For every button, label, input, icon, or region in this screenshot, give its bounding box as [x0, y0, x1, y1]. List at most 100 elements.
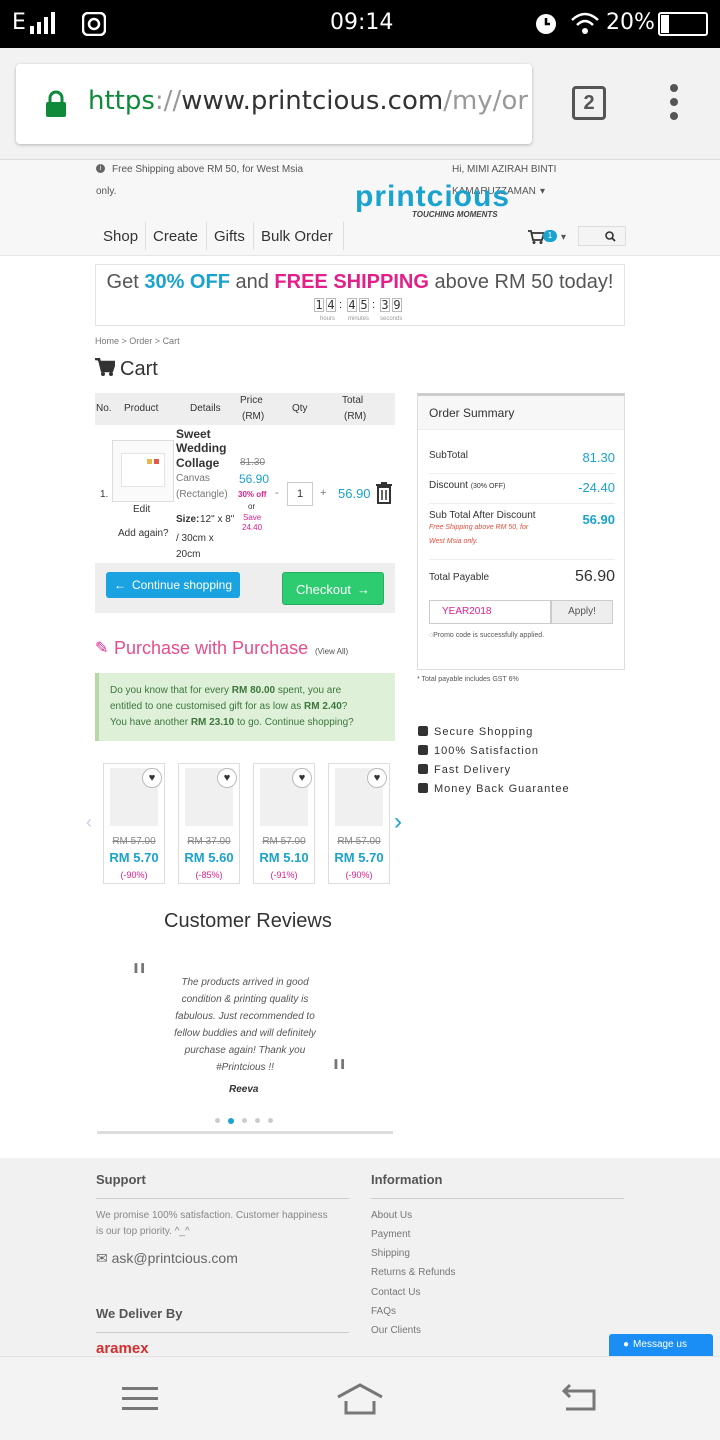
- product-name[interactable]: Wedding: [176, 441, 226, 455]
- col-details: Details: [190, 403, 221, 414]
- support-text: We promise 100% satisfaction. Customer h…: [96, 1210, 328, 1221]
- review-text: The products arrived in good condition & …: [174, 977, 316, 1073]
- nav-gifts[interactable]: Gifts: [214, 228, 245, 245]
- site-logo[interactable]: printcious: [355, 180, 510, 214]
- countdown-label: minutes: [348, 316, 370, 322]
- add-again-link[interactable]: Add again?: [118, 528, 169, 539]
- search-button[interactable]: [578, 226, 626, 246]
- nav-divider: [206, 222, 207, 250]
- address-bar[interactable]: https://www.printcious.com/my/order: [16, 64, 532, 144]
- heart-icon[interactable]: ♥: [292, 768, 312, 788]
- message-us-button[interactable]: ● Message us: [609, 1334, 713, 1356]
- nav-divider: [145, 222, 146, 250]
- review-carousel: " " The products arrived in good conditio…: [97, 958, 393, 1134]
- footer-link-payment[interactable]: Payment: [371, 1229, 410, 1240]
- trash-icon[interactable]: [374, 482, 394, 504]
- apply-promo-button[interactable]: Apply!: [551, 600, 613, 624]
- countdown-colon: :: [339, 299, 343, 311]
- alarm-icon: [536, 14, 556, 34]
- pwp-product-card[interactable]: ♥ RM 57.00 RM 5.70 (-90%): [103, 763, 165, 884]
- menu-icon[interactable]: [122, 1385, 158, 1413]
- battery-percent: 20%: [606, 10, 655, 35]
- countdown-digit: 9: [392, 298, 402, 312]
- order-summary-panel: Order Summary SubTotal 81.30 Discount (3…: [417, 393, 625, 670]
- feature-delivery: Fast Delivery: [418, 764, 511, 776]
- heart-icon[interactable]: ♥: [367, 768, 387, 788]
- info-icon: i: [96, 164, 105, 173]
- footer-link-clients[interactable]: Our Clients: [371, 1325, 421, 1336]
- breadcrumb-order[interactable]: Order: [129, 336, 152, 346]
- cart-dropdown-icon[interactable]: ▾: [561, 232, 566, 243]
- nav-create[interactable]: Create: [153, 228, 198, 245]
- discounted-price: 56.90: [239, 472, 270, 486]
- home-icon[interactable]: [336, 1381, 384, 1415]
- heart-icon[interactable]: ♥: [142, 768, 162, 788]
- pwp-product-card[interactable]: ♥ RM 57.00 RM 5.70 (-90%): [328, 763, 390, 884]
- divider: [96, 1332, 349, 1333]
- shipping-note-cont: only.: [96, 186, 117, 197]
- carrier-label: E: [12, 10, 26, 35]
- carousel-prev-icon[interactable]: ‹: [86, 812, 92, 833]
- size-value: 12" x 8": [200, 514, 235, 525]
- discount-label: 30% off: [238, 490, 267, 499]
- countdown-digit: 4: [347, 298, 357, 312]
- subtotal-row: SubTotal 81.30: [429, 444, 615, 474]
- chevron-down-icon[interactable]: ▾: [540, 186, 545, 197]
- original-price: 81.30: [240, 457, 266, 468]
- thumbs-up-icon: [418, 745, 428, 755]
- line-total: 56.90: [338, 486, 371, 501]
- carousel-dots[interactable]: [215, 1118, 277, 1124]
- tab-switcher-button[interactable]: 2: [572, 86, 606, 120]
- footer-link-faqs[interactable]: FAQs: [371, 1306, 396, 1317]
- signal-icon: [30, 12, 55, 34]
- cart-icon[interactable]: [528, 230, 544, 244]
- qty-decrement[interactable]: -: [275, 487, 279, 499]
- menu-icon[interactable]: [666, 84, 682, 124]
- review-author: Reeva: [229, 1084, 259, 1095]
- pwp-product-card[interactable]: ♥ RM 37.00 RM 5.60 (-85%): [178, 763, 240, 884]
- url-text[interactable]: https://www.printcious.com/my/order: [88, 86, 528, 116]
- info-title: Information: [371, 1172, 443, 1187]
- product-material: (Rectangle): [176, 489, 228, 500]
- footer-link-contact[interactable]: Contact Us: [371, 1287, 420, 1298]
- pwp-title: Purchase with Purchase: [114, 638, 309, 658]
- product-name[interactable]: Sweet: [176, 427, 211, 441]
- footer-link-shipping[interactable]: Shipping: [371, 1248, 410, 1259]
- shipping-note: Free Shipping above RM 50, for West Msia: [112, 164, 304, 175]
- edit-link[interactable]: Edit: [133, 504, 150, 515]
- wifi-icon: [571, 12, 599, 34]
- cart-title-icon: [95, 358, 115, 376]
- pwp-view-all-link[interactable]: (View All): [315, 647, 348, 656]
- quantity-input[interactable]: 1: [287, 482, 313, 506]
- pwp-product-card[interactable]: ♥ RM 57.00 RM 5.10 (-91%): [253, 763, 315, 884]
- bolt-icon: [418, 764, 428, 774]
- search-icon: [605, 231, 616, 242]
- promo-code-input[interactable]: YEAR2018: [429, 600, 551, 624]
- user-greeting[interactable]: Hi, MIMI AZIRAH BINTI: [452, 164, 556, 175]
- feature-guarantee: Money Back Guarantee: [418, 783, 570, 795]
- footer-link-returns[interactable]: Returns & Refunds: [371, 1267, 456, 1278]
- product-name[interactable]: Collage: [176, 456, 219, 470]
- nav-shop[interactable]: Shop: [103, 228, 138, 245]
- footer-link-about[interactable]: About Us: [371, 1210, 412, 1221]
- summary-title: Order Summary: [429, 406, 515, 420]
- clock: 09:14: [330, 10, 394, 35]
- nav-bulk-order[interactable]: Bulk Order: [261, 228, 333, 245]
- product-thumbnail[interactable]: [112, 440, 174, 502]
- camera-icon: [418, 783, 428, 793]
- breadcrumb-home[interactable]: Home: [95, 336, 119, 346]
- countdown-label: seconds: [380, 316, 403, 322]
- discount-row: Discount (30% OFF) -24.40: [429, 474, 615, 504]
- continue-shopping-button[interactable]: ← Continue shopping: [106, 572, 240, 598]
- lock-icon: [46, 90, 66, 117]
- checkout-button[interactable]: Checkout →: [282, 572, 384, 605]
- after-discount-row: Sub Total After Discount Free Shipping a…: [429, 504, 615, 560]
- email-link[interactable]: ✉ ask@printcious.com: [96, 1250, 238, 1267]
- carousel-next-icon[interactable]: ›: [394, 808, 402, 836]
- pwp-notice: Do you know that for every RM 80.00 spen…: [95, 673, 395, 741]
- qty-increment[interactable]: +: [320, 487, 326, 499]
- back-icon[interactable]: [560, 1383, 598, 1413]
- cart-count-badge[interactable]: 1: [543, 230, 557, 242]
- heart-icon[interactable]: ♥: [217, 768, 237, 788]
- arrow-left-icon: ←: [113, 578, 126, 592]
